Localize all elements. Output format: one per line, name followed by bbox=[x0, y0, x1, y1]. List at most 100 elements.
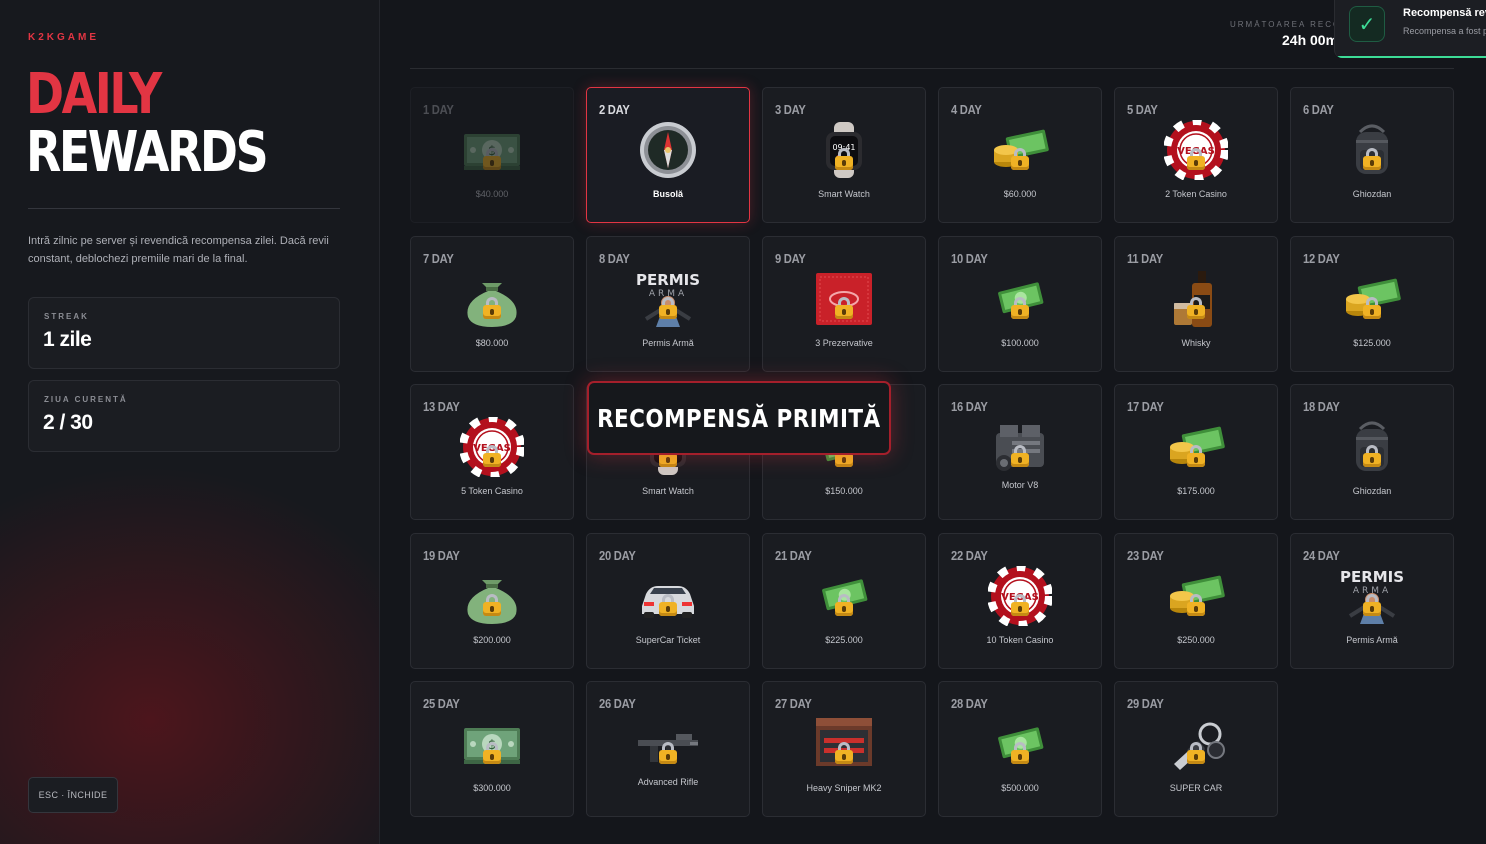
day-label: 7 DAY bbox=[423, 250, 454, 266]
close-button[interactable]: ESC · ÎNCHIDE bbox=[28, 777, 118, 813]
reward-card[interactable]: 20 DAY SuperCar Ticket bbox=[586, 532, 750, 669]
description-text: Intră zilnic pe server și revendică reco… bbox=[28, 235, 329, 265]
reward-card[interactable]: 8 DAY PERMIS ARMA Permis Armă bbox=[586, 235, 750, 372]
current-day-value: 2 / 30 bbox=[43, 411, 93, 434]
reward-card[interactable]: 19 DAY$$200.000 bbox=[410, 532, 574, 669]
reward-name: $225.000 bbox=[825, 634, 863, 645]
reward-name: Permis Armă bbox=[642, 337, 694, 348]
day-label: 2 DAY bbox=[599, 102, 630, 117]
streak-label: STREAK bbox=[44, 312, 89, 321]
padlock-icon bbox=[483, 445, 501, 467]
reward-card[interactable]: 3 DAY 09:41 Smart Watch bbox=[762, 87, 926, 223]
current-day-label: ZIUA CURENTĂ bbox=[44, 395, 128, 404]
padlock-icon bbox=[1363, 148, 1381, 170]
rewards-grid: 1 DAY $ $40.000 2 DAY Busolă 3 DAY 09:41 Smart … bbox=[410, 87, 1454, 817]
checkmark-icon: ✓ bbox=[1349, 6, 1385, 42]
reward-card[interactable]: 11 DAY Whisky bbox=[1114, 235, 1278, 372]
toast-title: Recompensă revendicată bbox=[1403, 7, 1486, 19]
reward-card[interactable]: 5 DAY VEGAS 2 Token Casino bbox=[1114, 87, 1278, 223]
reward-card[interactable]: 6 DAY Ghiozdan bbox=[1290, 87, 1454, 223]
padlock-icon bbox=[835, 148, 853, 170]
day-label: 11 DAY bbox=[1127, 250, 1163, 266]
next-reward: URMĂTOAREA RECOMPENSĂ 24h 00m bbox=[1230, 20, 1334, 48]
reward-card[interactable]: 1 DAY $ $40.000 bbox=[410, 87, 574, 223]
reward-card[interactable]: 22 DAY VEGAS 10 Token Casino bbox=[938, 532, 1102, 669]
reward-card[interactable]: 29 DAY SUPER CAR bbox=[1114, 681, 1278, 817]
padlock-icon bbox=[835, 296, 853, 319]
title-line-1: DAILY bbox=[26, 62, 162, 127]
reward-name: $80.000 bbox=[475, 337, 509, 348]
reward-card[interactable]: 27 DAY Heavy Sniper MK2 bbox=[762, 681, 926, 817]
padlock-icon bbox=[1187, 445, 1205, 467]
reward-name: Whisky bbox=[1181, 337, 1211, 348]
reward-name: $200.000 bbox=[473, 634, 511, 645]
padlock-icon bbox=[1363, 445, 1381, 467]
reward-name: Ghiozdan bbox=[1352, 189, 1392, 199]
padlock-icon bbox=[1187, 148, 1205, 170]
padlock-icon bbox=[483, 742, 501, 764]
svg-text:PERMIS: PERMIS bbox=[636, 271, 700, 289]
reward-card[interactable]: 21 DAY $225.000 bbox=[762, 532, 926, 669]
page-title: DAILY REWARDS bbox=[26, 62, 269, 185]
reward-card[interactable]: 9 DAY 3 Prezervative bbox=[762, 235, 926, 372]
reward-card[interactable]: 10 DAY $100.000 bbox=[938, 235, 1102, 372]
reward-card[interactable]: 16 DAY Motor V8 bbox=[938, 384, 1102, 520]
padlock-icon bbox=[1011, 445, 1029, 467]
reward-card[interactable]: 2 DAY Busolă bbox=[586, 87, 750, 223]
reward-name: 5 Token Casino bbox=[461, 486, 523, 496]
reward-card[interactable]: 24 DAY PERMIS ARMA Permis Armă bbox=[1290, 532, 1454, 669]
reward-card[interactable]: 18 DAY Ghiozdan bbox=[1290, 384, 1454, 520]
reward-card[interactable]: 7 DAY$$80.000 bbox=[410, 235, 574, 372]
padlock-icon bbox=[1363, 593, 1381, 616]
reward-card[interactable]: 23 DAY $250.000 bbox=[1114, 532, 1278, 669]
day-label: 23 DAY bbox=[1127, 547, 1164, 563]
day-label: 5 DAY bbox=[1127, 102, 1158, 117]
reward-name: Ghiozdan bbox=[1352, 486, 1392, 496]
next-reward-label: URMĂTOAREA RECOMPENSĂ bbox=[1230, 20, 1334, 29]
day-label: 25 DAY bbox=[423, 696, 460, 711]
day-label: 21 DAY bbox=[775, 547, 812, 563]
reward-name: Advanced Rifle bbox=[637, 777, 699, 787]
reward-name: $60.000 bbox=[1003, 189, 1037, 199]
day-label: 19 DAY bbox=[423, 547, 460, 563]
reward-card[interactable]: 25 DAY $ $300.000 bbox=[410, 681, 574, 817]
padlock-icon bbox=[1011, 593, 1029, 616]
reward-received-banner: RECOMPENSĂ PRIMITĂ bbox=[587, 381, 891, 455]
padlock-icon bbox=[659, 296, 677, 319]
streak-value: 1 zile bbox=[43, 328, 92, 351]
padlock-icon bbox=[1363, 296, 1381, 319]
reward-card[interactable]: 4 DAY $60.000 bbox=[938, 87, 1102, 223]
reward-name: SUPER CAR bbox=[1169, 783, 1223, 793]
reward-card[interactable]: 17 DAY $175.000 bbox=[1114, 384, 1278, 520]
padlock-icon bbox=[1011, 742, 1029, 764]
toast-notification: ✓ Recompensă revendicată Recompensa a fo… bbox=[1334, 0, 1486, 58]
day-label: 18 DAY bbox=[1303, 399, 1340, 414]
svg-text:PERMIS: PERMIS bbox=[1340, 568, 1404, 586]
reward-name: Smart Watch bbox=[642, 486, 694, 496]
day-label: 17 DAY bbox=[1127, 399, 1164, 414]
title-line-2: REWARDS bbox=[26, 120, 269, 185]
reward-name: $125.000 bbox=[1353, 337, 1391, 348]
reward-name: 2 Token Casino bbox=[1165, 189, 1227, 199]
reward-card[interactable]: 12 DAY $125.000 bbox=[1290, 235, 1454, 372]
day-label: 26 DAY bbox=[599, 696, 636, 711]
day-label: 9 DAY bbox=[775, 250, 806, 266]
padlock-icon bbox=[1187, 593, 1205, 616]
day-label: 16 DAY bbox=[951, 399, 988, 414]
padlock-icon bbox=[483, 296, 501, 319]
day-label: 4 DAY bbox=[951, 102, 982, 117]
day-label: 8 DAY bbox=[599, 250, 630, 266]
day-label: 24 DAY bbox=[1303, 547, 1340, 563]
reward-card[interactable]: 13 DAY VEGAS 5 Token Casino bbox=[410, 384, 574, 520]
sidebar-divider bbox=[28, 208, 340, 209]
header-divider bbox=[410, 68, 1454, 69]
reward-card[interactable]: 28 DAY $500.000 bbox=[938, 681, 1102, 817]
next-reward-timer: 24h 00m bbox=[1282, 32, 1334, 48]
padlock-icon bbox=[659, 742, 677, 764]
reward-name: 10 Token Casino bbox=[986, 634, 1054, 645]
reward-card[interactable]: 26 DAY Advanced Rifle bbox=[586, 681, 750, 817]
reward-name: $175.000 bbox=[1177, 486, 1215, 496]
day-label: 12 DAY bbox=[1303, 250, 1340, 266]
padlock-icon bbox=[1011, 148, 1029, 170]
day-label: 20 DAY bbox=[599, 547, 636, 563]
